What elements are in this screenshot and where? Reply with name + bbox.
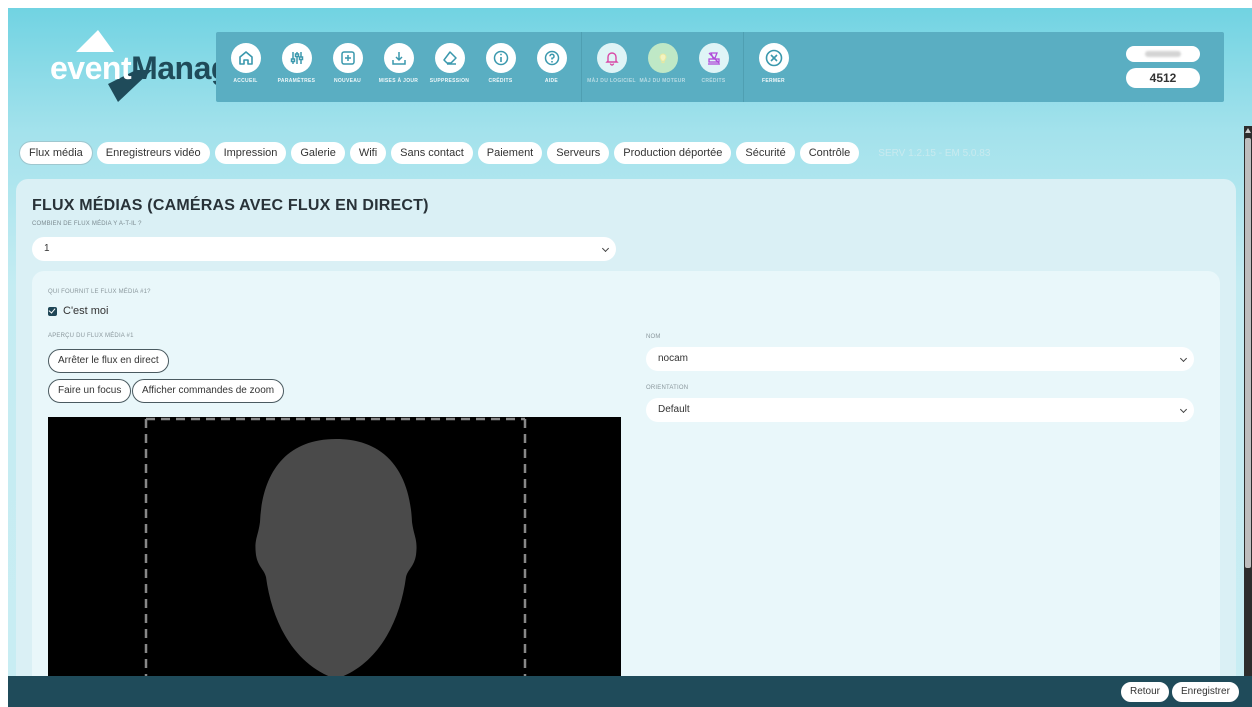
user-name-badge[interactable] [1126, 46, 1200, 62]
stream-preview [48, 417, 621, 697]
toolbar-primary-group: ACCUEIL PARAMÈTRES NOUVEAU MISES À JOUR … [216, 32, 581, 102]
scroll-up-arrow-icon[interactable] [1245, 128, 1251, 133]
eraser-icon [434, 43, 465, 73]
name-value: nocam [658, 353, 689, 364]
logo-prefix: event [50, 50, 132, 86]
credits-button[interactable]: CRÉDITS [688, 37, 739, 97]
notifications-button[interactable]: MÀJ DU LOGICIEL [586, 37, 637, 97]
download-icon [383, 43, 414, 73]
stamp-icon [698, 43, 729, 73]
face-placeholder-icon [144, 417, 527, 697]
stream-count-select[interactable]: 1 [32, 237, 616, 261]
scrollbar-thumb[interactable] [1245, 138, 1251, 568]
app-window: eventManager ACCUEIL PARAMÈTRES NOUVEAU … [8, 8, 1252, 707]
main-toolbar: ACCUEIL PARAMÈTRES NOUVEAU MISES À JOUR … [216, 32, 1224, 102]
page-scrollbar[interactable] [1244, 126, 1252, 678]
tab-printing[interactable]: Impression [214, 142, 287, 164]
version-text: SERV 1.2.15 - EM 5.0.83 [878, 147, 991, 159]
preview-label: APERÇU DU FLUX MÉDIA #1 [48, 333, 134, 339]
provider-checkbox[interactable] [48, 306, 57, 316]
bulb-icon [647, 43, 678, 73]
user-name-redacted [1145, 51, 1181, 57]
back-button[interactable]: Retour [1121, 682, 1170, 702]
tab-contactless[interactable]: Sans contact [391, 142, 473, 164]
close-icon [758, 43, 789, 73]
credits-info-label: CRÉDITS [488, 78, 513, 84]
tab-wifi[interactable]: Wifi [349, 142, 387, 164]
media-streams-panel: FLUX MÉDIAS (CAMÉRAS AVEC FLUX EN DIRECT… [16, 179, 1236, 707]
toolbar-secondary-group: MÀJ DU LOGICIEL MÀJ DU MOTEUR CRÉDITS [581, 32, 743, 102]
help-button[interactable]: AIDE [526, 37, 577, 97]
plus-square-icon [332, 43, 363, 73]
logo[interactable]: eventManager [48, 22, 260, 102]
tab-remote-production[interactable]: Production déportée [614, 142, 732, 164]
stop-stream-button[interactable]: Arrêter le flux en direct [48, 349, 169, 373]
tab-control[interactable]: Contrôle [799, 142, 860, 164]
user-code-badge[interactable]: 4512 [1126, 68, 1200, 88]
provider-label: QUI FOURNIT LE FLUX MÉDIA #1? [48, 289, 151, 295]
focus-button[interactable]: Faire un focus [48, 379, 132, 403]
updates-button[interactable]: MISES À JOUR [373, 37, 424, 97]
user-box: 4512 [1126, 46, 1200, 88]
name-select[interactable]: nocam [646, 347, 1194, 371]
stream-1-card: QUI FOURNIT LE FLUX MÉDIA #1? C'est moi … [32, 271, 1220, 707]
header: eventManager ACCUEIL PARAMÈTRES NOUVEAU … [8, 8, 1252, 120]
bell-icon [596, 43, 627, 73]
help-icon [536, 43, 567, 73]
chevron-down-icon [601, 244, 610, 253]
toolbar-close-group: FERMER [743, 32, 803, 102]
name-label: NOM [646, 334, 661, 340]
home-button[interactable]: ACCUEIL [220, 37, 271, 97]
close-button[interactable]: FERMER [748, 37, 799, 97]
info-icon [485, 43, 516, 73]
bulb-button[interactable]: MÀJ DU MOTEUR [637, 37, 688, 97]
settings-label: PARAMÈTRES [277, 78, 316, 84]
credits-label: CRÉDITS [701, 78, 726, 84]
bulb-label: MÀJ DU MOTEUR [639, 78, 686, 84]
orientation-value: Default [658, 404, 690, 415]
sliders-icon [281, 43, 312, 73]
orientation-select[interactable]: Default [646, 398, 1194, 422]
orientation-label: ORIENTATION [646, 385, 689, 391]
updates-label: MISES À JOUR [378, 78, 419, 84]
help-label: AIDE [544, 78, 559, 84]
save-button[interactable]: Enregistrer [1172, 682, 1239, 702]
close-label: FERMER [762, 78, 785, 84]
section-tabs: Flux média Enregistreurs vidéo Impressio… [19, 141, 991, 165]
home-label: ACCUEIL [233, 78, 258, 84]
provider-checkbox-row[interactable]: C'est moi [48, 305, 109, 317]
page-title: FLUX MÉDIAS (CAMÉRAS AVEC FLUX EN DIRECT… [32, 197, 429, 214]
new-label: NOUVEAU [333, 78, 362, 84]
chevron-down-icon [1179, 354, 1188, 363]
home-icon [230, 43, 261, 73]
stream-count-label: COMBIEN DE FLUX MÉDIA Y A-T-IL ? [32, 221, 142, 227]
notifications-label: MÀJ DU LOGICIEL [587, 78, 636, 84]
footer-bar: Retour Enregistrer [8, 676, 1252, 707]
settings-button[interactable]: PARAMÈTRES [271, 37, 322, 97]
delete-button[interactable]: SUPPRESSION [424, 37, 475, 97]
new-button[interactable]: NOUVEAU [322, 37, 373, 97]
tab-video-recorders[interactable]: Enregistreurs vidéo [96, 142, 210, 164]
tab-gallery[interactable]: Galerie [291, 142, 345, 164]
tab-payment[interactable]: Paiement [477, 142, 543, 164]
tab-servers[interactable]: Serveurs [547, 142, 610, 164]
delete-label: SUPPRESSION [429, 78, 470, 84]
credits-info-button[interactable]: CRÉDITS [475, 37, 526, 97]
tab-flux-media[interactable]: Flux média [19, 141, 93, 165]
chevron-down-icon [1179, 405, 1188, 414]
provider-checkbox-label: C'est moi [63, 305, 109, 317]
stream-count-value: 1 [44, 243, 50, 254]
tab-security[interactable]: Sécurité [736, 142, 795, 164]
zoom-controls-button[interactable]: Afficher commandes de zoom [132, 379, 285, 403]
